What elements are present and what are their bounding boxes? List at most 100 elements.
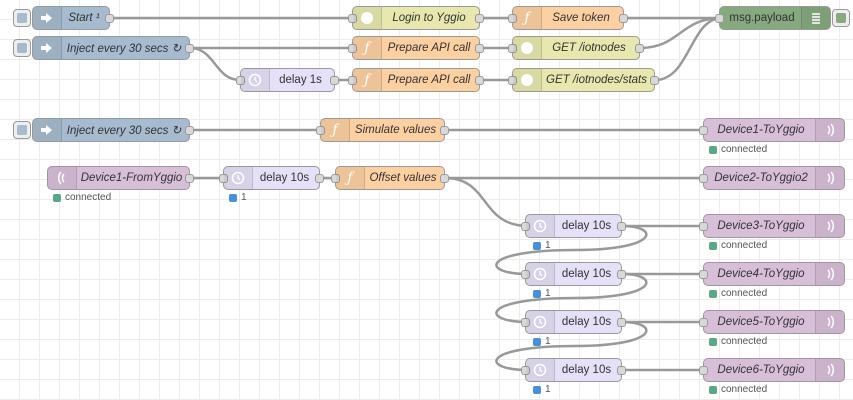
input-port[interactable] — [715, 14, 724, 23]
output-port[interactable] — [330, 76, 339, 85]
inject-arrow-icon — [33, 119, 62, 141]
output-port[interactable] — [617, 270, 626, 279]
node-delay-10s[interactable]: delay 10s — [219, 166, 324, 190]
input-port[interactable] — [699, 174, 708, 183]
node-simulate-values[interactable]: ƒ Simulate values — [316, 118, 449, 142]
signal-icon — [48, 167, 77, 189]
signal-icon — [815, 215, 844, 237]
node-status: 1 — [533, 336, 551, 347]
function-icon: ƒ — [321, 119, 350, 141]
status-dot-icon — [709, 145, 717, 154]
node-get-iotnodes-stats[interactable]: GET /iotnodes/stats — [508, 68, 659, 92]
wire — [189, 46, 241, 82]
output-port[interactable] — [617, 366, 626, 375]
node-prepare-api-2[interactable]: ƒ Prepare API call — [348, 68, 484, 92]
status-text: connected — [65, 192, 112, 203]
node-login[interactable]: Login to Yggio — [348, 6, 484, 30]
node-label: Device4-ToYggio — [717, 268, 805, 280]
node-label: Device5-ToYggio — [717, 316, 805, 328]
status-dot-icon — [709, 385, 717, 394]
node-inject-30s[interactable]: Inject every 30 secs ↻ — [13, 36, 194, 60]
node-label: delay 10s — [561, 268, 612, 280]
node-label: msg.payload — [729, 12, 795, 24]
node-device1-to-yggio[interactable]: Device1-ToYggio — [699, 118, 845, 142]
status-dot-icon — [229, 193, 237, 202]
node-status: connected — [709, 336, 767, 347]
node-label: Inject every 30 secs ↻ — [66, 125, 182, 137]
input-port[interactable] — [699, 222, 708, 231]
output-port[interactable] — [440, 126, 449, 135]
node-device3-to-yggio[interactable]: Device3-ToYggio — [699, 214, 845, 238]
output-port[interactable] — [475, 14, 484, 23]
debug-toggle-button[interactable] — [832, 9, 850, 27]
status-text: 1 — [241, 192, 247, 203]
globe-icon — [513, 69, 542, 91]
output-port[interactable] — [635, 44, 644, 53]
output-port[interactable] — [185, 174, 194, 183]
node-get-iotnodes[interactable]: GET /iotnodes — [508, 36, 644, 60]
inject-arrow-icon — [33, 37, 62, 59]
status-dot-icon — [709, 241, 717, 250]
node-delay-1s[interactable]: delay 1s — [236, 68, 339, 92]
status-text: connected — [721, 336, 768, 347]
node-device4-to-yggio[interactable]: Device4-ToYggio — [699, 262, 845, 286]
node-label: Inject every 30 secs ↻ — [66, 43, 182, 55]
output-port[interactable] — [105, 14, 114, 23]
node-label: delay 10s — [259, 172, 310, 184]
function-icon: ƒ — [353, 69, 382, 91]
output-port[interactable] — [475, 44, 484, 53]
node-label: delay 10s — [561, 220, 612, 232]
node-label: delay 10s — [561, 364, 612, 376]
node-label: delay 1s — [279, 74, 322, 86]
node-device6-to-yggio[interactable]: Device6-ToYggio — [699, 358, 845, 382]
status-dot-icon — [533, 289, 541, 298]
node-prepare-api[interactable]: ƒ Prepare API call — [348, 36, 484, 60]
node-offset-values[interactable]: ƒ Offset values — [331, 166, 449, 190]
globe-icon — [353, 7, 382, 29]
node-label: Device1-FromYggio — [80, 172, 183, 184]
timer-icon — [241, 69, 270, 91]
node-delay-10s[interactable]: delay 10s — [521, 310, 626, 334]
node-label: Device6-ToYggio — [717, 364, 805, 376]
node-start[interactable]: Start ¹ — [13, 6, 114, 30]
input-port[interactable] — [699, 270, 708, 279]
inject-trigger-button[interactable] — [13, 121, 31, 139]
output-port[interactable] — [475, 76, 484, 85]
node-label: GET /iotnodes — [552, 42, 626, 54]
node-device2-to-yggio[interactable]: Device2-ToYggio2 — [699, 166, 845, 190]
output-port[interactable] — [440, 174, 449, 183]
output-port[interactable] — [619, 14, 628, 23]
node-label: Simulate values — [354, 124, 437, 136]
timer-icon — [224, 167, 253, 189]
node-save-token[interactable]: ƒ Save token — [508, 6, 628, 30]
node-device1-from-yggio[interactable]: Device1-FromYggio — [47, 166, 194, 190]
input-port[interactable] — [699, 318, 708, 327]
node-label: Login to Yggio — [392, 12, 466, 24]
output-port[interactable] — [650, 76, 659, 85]
node-device5-to-yggio[interactable]: Device5-ToYggio — [699, 310, 845, 334]
inject-trigger-button[interactable] — [13, 9, 31, 27]
input-port[interactable] — [699, 126, 708, 135]
timer-icon — [526, 359, 555, 381]
input-port[interactable] — [699, 366, 708, 375]
function-icon: ƒ — [336, 167, 365, 189]
output-port[interactable] — [617, 222, 626, 231]
node-debug[interactable]: msg.payload — [715, 6, 850, 30]
list-icon — [801, 7, 830, 29]
output-port[interactable] — [315, 174, 324, 183]
node-delay-10s[interactable]: delay 10s — [521, 214, 626, 238]
output-port[interactable] — [185, 126, 194, 135]
inject-trigger-button[interactable] — [13, 39, 31, 57]
node-label: Save token — [552, 12, 610, 24]
output-port[interactable] — [185, 44, 194, 53]
signal-icon — [815, 263, 844, 285]
output-port[interactable] — [617, 318, 626, 327]
node-status: 1 — [533, 240, 551, 251]
node-status: connected — [709, 384, 767, 395]
status-text: 1 — [545, 240, 551, 251]
node-delay-10s[interactable]: delay 10s — [521, 358, 626, 382]
node-inject-30s-2[interactable]: Inject every 30 secs ↻ — [13, 118, 194, 142]
status-text: connected — [721, 384, 768, 395]
inject-arrow-icon — [33, 7, 62, 29]
node-delay-10s[interactable]: delay 10s — [521, 262, 626, 286]
